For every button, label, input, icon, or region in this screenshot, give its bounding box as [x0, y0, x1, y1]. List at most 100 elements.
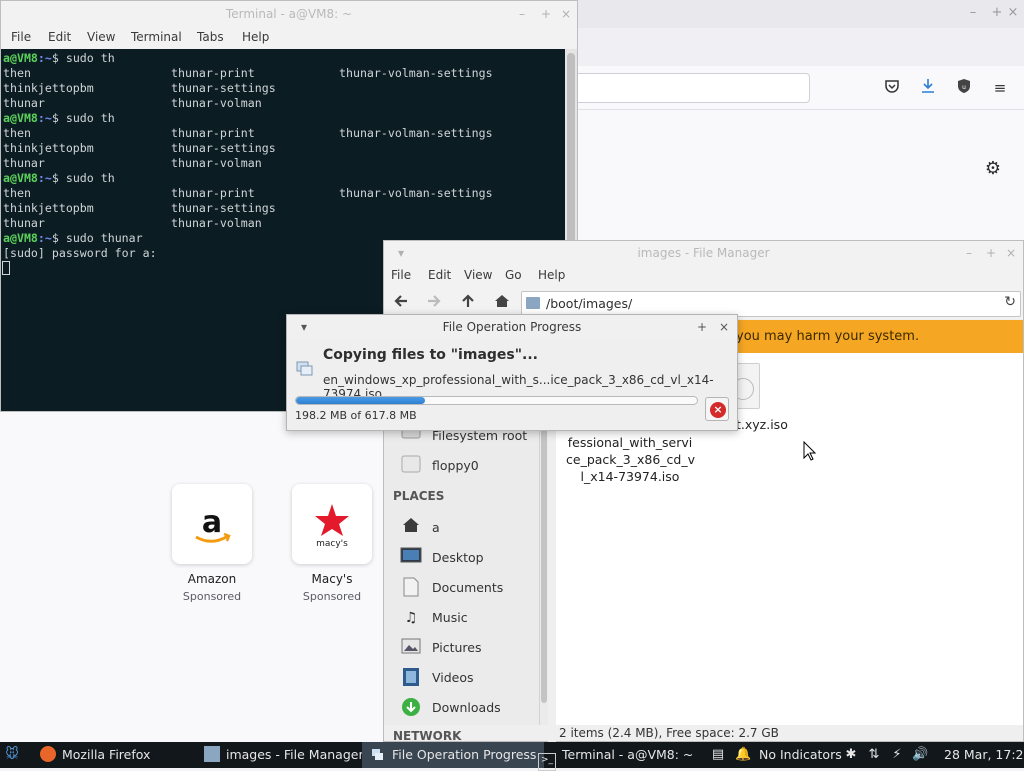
documents-icon — [400, 577, 422, 599]
maximize-icon[interactable]: + — [693, 315, 711, 339]
taskbar-item-label: Mozilla Firefox — [62, 747, 151, 762]
bluetooth-icon[interactable]: ✱ — [843, 747, 859, 763]
minimize-icon[interactable]: – — [960, 241, 978, 265]
sidebar-item-documents[interactable]: Documents — [400, 575, 540, 601]
file-manager-titlebar: ▾ images - File Manager – + × — [384, 241, 1023, 265]
sidebar-item-downloads[interactable]: Downloads — [400, 695, 540, 721]
menu-go[interactable]: Go — [505, 268, 522, 282]
close-icon[interactable]: × — [715, 315, 733, 339]
window-menu-icon[interactable]: ▾ — [392, 241, 410, 265]
bell-icon[interactable]: 🔔 — [735, 747, 751, 763]
completion-entry: thinkjettopbm — [3, 81, 94, 95]
sidebar-item-pictures[interactable]: Pictures — [400, 635, 540, 661]
progress-bar — [295, 396, 698, 405]
maximize-icon[interactable]: + — [537, 1, 555, 27]
svg-text:a: a — [202, 505, 222, 540]
minimize-icon[interactable]: – — [964, 4, 982, 22]
home-icon[interactable] — [490, 292, 514, 316]
menu-edit[interactable]: Edit — [428, 268, 451, 282]
shortcut-amazon-label[interactable]: Amazon — [162, 572, 262, 586]
menu-terminal[interactable]: Terminal — [131, 30, 182, 44]
terminal-text-line: [sudo] password for a: — [3, 246, 157, 260]
taskbar-item-terminal[interactable]: >_ Terminal - a@VM8: ~ — [530, 742, 701, 771]
file-operation-progress-dialog: ▾ File Operation Progress + × Copying fi… — [286, 314, 738, 431]
shortcut-macys-tile[interactable]: macy's — [292, 484, 372, 564]
sidebar-item-music[interactable]: ♫ Music — [400, 605, 540, 631]
download-icon[interactable] — [918, 78, 938, 98]
menu-icon[interactable]: ≡ — [990, 78, 1010, 98]
terminal-cursor — [2, 261, 10, 275]
shortcut-amazon-sponsored: Sponsored — [182, 590, 242, 603]
completion-entry: thunar-settings — [171, 141, 276, 155]
home-icon — [400, 517, 422, 539]
shortcut-macys-label[interactable]: Macy's — [282, 572, 382, 586]
prompt-path: :~ — [37, 51, 52, 65]
completion-entry: thunar-settings — [171, 81, 276, 95]
close-icon[interactable]: × — [1004, 4, 1022, 22]
desktop-icon — [400, 547, 422, 569]
files-icon[interactable]: ▤ — [710, 747, 726, 763]
menu-view[interactable]: View — [464, 268, 492, 282]
pictures-icon — [400, 637, 422, 659]
amazon-logo-icon: a — [195, 505, 231, 543]
taskbar-item-file-manager[interactable]: images - File Manager — [196, 742, 372, 768]
gear-icon[interactable]: ⚙ — [982, 158, 1004, 180]
window-menu-icon[interactable]: ▾ — [295, 315, 313, 339]
places-header: PLACES — [393, 489, 445, 503]
close-icon[interactable]: × — [557, 1, 575, 27]
terminal-menubar: File Edit View Terminal Tabs Help — [1, 27, 577, 49]
reload-icon[interactable]: ↻ — [1004, 294, 1016, 310]
prompt-command: $ sudo th — [51, 111, 115, 125]
url-bar[interactable] — [566, 73, 810, 103]
pocket-icon[interactable] — [882, 78, 902, 98]
menu-help[interactable]: Help — [538, 268, 565, 282]
up-icon[interactable] — [456, 292, 480, 316]
ublock-icon[interactable]: u — [954, 78, 974, 98]
completion-entry: thunar-print — [171, 186, 255, 200]
whisker-menu-icon[interactable]: 🐭 — [4, 747, 20, 763]
minimize-icon[interactable]: – — [513, 1, 531, 27]
sidebar-item-desktop[interactable]: Desktop — [400, 545, 540, 571]
file-name-2[interactable]: fessional_with_servi ce_pack_3_x86_cd_v … — [566, 434, 695, 485]
completion-entry: thunar — [3, 156, 45, 170]
menu-view[interactable]: View — [87, 30, 115, 44]
maximize-icon[interactable]: + — [982, 241, 1000, 265]
power-icon[interactable]: ⚡ — [889, 747, 905, 763]
completion-entry: thunar-volman-settings — [339, 186, 493, 200]
prompt-command: $ sudo th — [51, 51, 115, 65]
completion-entry: thunar-volman — [171, 216, 262, 230]
completion-entry: thunar-volman-settings — [339, 126, 493, 140]
close-icon[interactable]: × — [1002, 241, 1020, 265]
menu-help[interactable]: Help — [242, 30, 269, 44]
prompt-path: :~ — [37, 171, 52, 185]
taskbar-item-progress[interactable]: File Operation Progress — [362, 742, 545, 768]
folder-icon — [526, 297, 540, 309]
network-icon[interactable]: ⇅ — [866, 747, 882, 763]
sidebar-item-floppy0[interactable]: floppy0 — [400, 453, 540, 479]
cancel-icon: × — [710, 402, 726, 418]
menu-file[interactable]: File — [11, 30, 31, 44]
file-name-1[interactable]: t.xyz.iso — [736, 417, 788, 432]
volume-icon[interactable]: 🔊 — [912, 747, 928, 763]
clock[interactable]: 28 Mar, 17:20 — [944, 742, 1024, 768]
prompt-user: a@VM8 — [3, 111, 38, 125]
menu-tabs[interactable]: Tabs — [197, 30, 224, 44]
indicators-label[interactable]: No Indicators — [759, 742, 842, 768]
forward-icon[interactable] — [422, 292, 446, 316]
file-manager-title: images - File Manager — [637, 246, 770, 260]
sidebar-item-videos[interactable]: Videos — [400, 665, 540, 691]
menu-file[interactable]: File — [391, 268, 411, 282]
shortcut-amazon-tile[interactable]: a — [172, 484, 252, 564]
taskbar-item-label: Terminal - a@VM8: ~ — [562, 747, 694, 762]
cancel-button[interactable]: × — [705, 397, 729, 421]
completion-entry: thunar-volman — [171, 96, 262, 110]
downloads-icon — [400, 697, 422, 719]
copy-icon — [370, 748, 386, 764]
mouse-pointer-icon — [803, 441, 817, 461]
back-icon[interactable] — [389, 292, 413, 316]
taskbar-item-firefox[interactable]: Mozilla Firefox — [32, 742, 158, 768]
network-header: NETWORK — [393, 729, 462, 743]
completion-entry: then — [3, 66, 31, 80]
sidebar-item-home[interactable]: a — [400, 515, 540, 541]
menu-edit[interactable]: Edit — [48, 30, 71, 44]
